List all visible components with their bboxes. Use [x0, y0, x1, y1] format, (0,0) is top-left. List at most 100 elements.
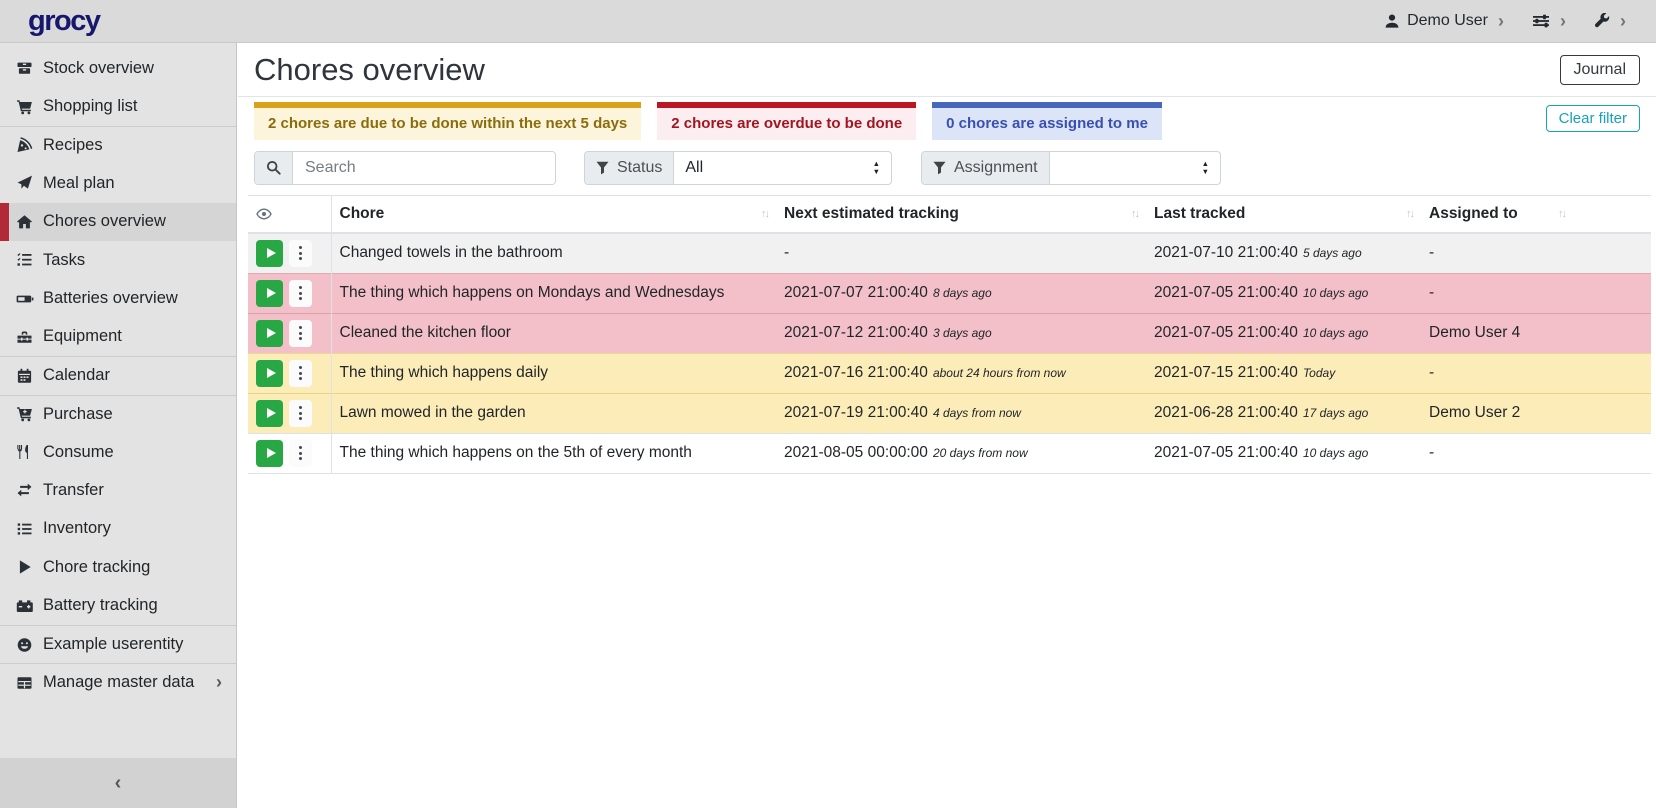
status-select[interactable]: All ▲▼: [674, 152, 891, 184]
track-chore-button[interactable]: [256, 280, 283, 307]
sidebar-item-equipment[interactable]: Equipment: [0, 318, 236, 356]
column-header-chore[interactable]: Chore ↑↓: [331, 195, 776, 233]
column-header-assigned-to[interactable]: Assigned to ↑↓: [1421, 195, 1651, 233]
sidebar-item-label: Transfer: [43, 481, 104, 500]
clear-filter-button[interactable]: Clear filter: [1546, 105, 1640, 132]
status-select-value: All: [685, 159, 703, 177]
chevron-right-icon: ›: [1498, 12, 1504, 30]
overdue-banner[interactable]: 2 chores are overdue to be done: [657, 102, 916, 140]
sidebar-item-label: Batteries overview: [43, 289, 178, 308]
page-title: Chores overview: [254, 52, 485, 88]
calendar-icon: [15, 368, 34, 384]
row-menu-button[interactable]: [289, 280, 312, 307]
track-chore-button[interactable]: [256, 320, 283, 347]
stock-boxes-icon: [15, 60, 34, 76]
row-menu-button[interactable]: [289, 440, 312, 467]
grocy-logo[interactable]: grocy: [28, 7, 99, 36]
chevron-right-icon: ›: [216, 672, 222, 693]
sidebar-item-recipes[interactable]: Recipes: [0, 126, 236, 164]
sidebar-item-tasks[interactable]: Tasks: [0, 241, 236, 279]
sidebar-item-chore-tracking[interactable]: Chore tracking: [0, 548, 236, 586]
admin-tools-menu[interactable]: ›: [1594, 12, 1626, 30]
due-soon-banner[interactable]: 2 chores are due to be done within the n…: [254, 102, 641, 140]
filter-row: Status All ▲▼ Assignment ▲▼: [238, 151, 1656, 185]
track-chore-button[interactable]: [256, 240, 283, 267]
sidebar-item-stock-overview[interactable]: Stock overview: [0, 49, 236, 87]
search-input[interactable]: [293, 152, 555, 184]
play-icon: [15, 559, 34, 575]
sidebar-collapse-button[interactable]: ‹: [0, 758, 236, 808]
last-tracked-cell: 2021-07-05 21:00:4010 days ago: [1146, 433, 1421, 473]
next-tracking-cell: 2021-07-12 21:00:403 days ago: [776, 313, 1146, 353]
chore-name-cell: The thing which happens on Mondays and W…: [331, 273, 776, 313]
sidebar-item-battery-tracking[interactable]: Battery tracking: [0, 586, 236, 624]
sidebar-item-inventory[interactable]: Inventory: [0, 510, 236, 548]
grocy-app: grocy Demo User › › ›: [0, 0, 1656, 808]
sidebar-item-batteries-overview[interactable]: Batteries overview: [0, 279, 236, 317]
settings-menu[interactable]: ›: [1532, 12, 1566, 30]
filter-funnel-icon: [933, 161, 946, 175]
column-visibility-header[interactable]: [248, 195, 331, 233]
home-icon: [15, 214, 34, 230]
sidebar-item-purchase[interactable]: Purchase: [0, 395, 236, 433]
sidebar-item-chores-overview[interactable]: Chores overview: [0, 203, 236, 241]
journal-button[interactable]: Journal: [1560, 55, 1640, 85]
next-tracking-cell: 2021-07-16 21:00:40about 24 hours from n…: [776, 353, 1146, 393]
play-icon: [267, 248, 276, 258]
play-icon: [267, 408, 276, 418]
navbar-right: Demo User › › ›: [1384, 12, 1626, 30]
chore-name-cell: Cleaned the kitchen floor: [331, 313, 776, 353]
next-tracking-cell: 2021-07-19 21:00:404 days from now: [776, 393, 1146, 433]
sidebar-item-label: Tasks: [43, 251, 85, 270]
assigned-to-cell: -: [1421, 353, 1651, 393]
sliders-icon: [1532, 13, 1550, 29]
sidebar-item-meal-plan[interactable]: Meal plan: [0, 164, 236, 202]
assignment-select[interactable]: ▲▼: [1050, 152, 1220, 184]
tasks-icon: [15, 252, 34, 268]
battery-icon: [15, 291, 34, 307]
sidebar-item-label: Example userentity: [43, 635, 183, 654]
user-icon: [1384, 13, 1400, 29]
play-icon: [267, 448, 276, 458]
sidebar-item-calendar[interactable]: Calendar: [0, 356, 236, 394]
shopping-cart-icon: [15, 99, 34, 115]
paper-plane-icon: [15, 175, 34, 191]
column-header-next-tracking[interactable]: Next estimated tracking ↑↓: [776, 195, 1146, 233]
row-menu-button[interactable]: [289, 400, 312, 427]
assignment-filter-group: Assignment ▲▼: [921, 151, 1221, 185]
chevron-left-icon: ‹: [115, 772, 122, 795]
sidebar-item-manage-master-data[interactable]: Manage master data ›: [0, 663, 236, 701]
track-chore-button[interactable]: [256, 440, 283, 467]
row-menu-button[interactable]: [289, 320, 312, 347]
sort-icon: ↑↓: [1131, 208, 1138, 220]
assigned-to-cell: -: [1421, 273, 1651, 313]
sidebar-item-label: Purchase: [43, 405, 113, 424]
eye-icon: [256, 206, 323, 222]
row-menu-button[interactable]: [289, 240, 312, 267]
pizza-slice-icon: [15, 137, 34, 153]
row-menu-button[interactable]: [289, 360, 312, 387]
track-chore-button[interactable]: [256, 360, 283, 387]
sidebar-item-transfer[interactable]: Transfer: [0, 471, 236, 509]
play-icon: [267, 288, 276, 298]
sidebar-item-example-userentity[interactable]: Example userentity: [0, 625, 236, 663]
sidebar-item-shopping-list[interactable]: Shopping list: [0, 87, 236, 125]
top-navbar: grocy Demo User › › ›: [0, 0, 1656, 43]
cart-plus-icon: [15, 406, 34, 422]
assignment-addon: Assignment: [922, 152, 1050, 184]
sidebar-item-label: Battery tracking: [43, 596, 158, 615]
user-menu[interactable]: Demo User ›: [1384, 12, 1504, 30]
sidebar-item-label: Manage master data: [43, 673, 194, 692]
column-header-last-tracked[interactable]: Last tracked ↑↓: [1146, 195, 1421, 233]
status-banner-row: 2 chores are due to be done within the n…: [238, 102, 1656, 140]
table-icon: [15, 675, 34, 691]
sidebar-item-consume[interactable]: Consume: [0, 433, 236, 471]
assigned-to-cell: Demo User 4: [1421, 313, 1651, 353]
next-tracking-cell: 2021-08-05 00:00:0020 days from now: [776, 433, 1146, 473]
last-tracked-cell: 2021-06-28 21:00:4017 days ago: [1146, 393, 1421, 433]
assigned-banner[interactable]: 0 chores are assigned to me: [932, 102, 1162, 140]
chevron-right-icon: ›: [1620, 12, 1626, 30]
table-row: Cleaned the kitchen floor 2021-07-12 21:…: [248, 313, 1651, 353]
filter-funnel-icon: [596, 161, 609, 175]
track-chore-button[interactable]: [256, 400, 283, 427]
